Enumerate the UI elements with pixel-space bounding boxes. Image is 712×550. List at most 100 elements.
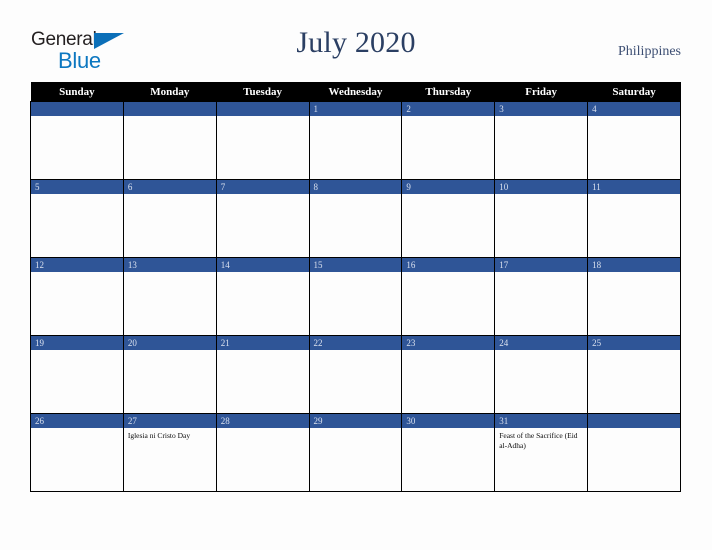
calendar-day-cell[interactable] (122, 101, 217, 180)
day-event-text (402, 272, 494, 275)
day-event-text (588, 350, 680, 353)
calendar-day-cell[interactable]: 17 (494, 257, 589, 336)
calendar-day-cell[interactable]: 5 (30, 179, 124, 258)
day-number: 6 (123, 180, 216, 194)
day-number: 9 (402, 180, 495, 194)
day-number (588, 414, 680, 428)
day-number: 10 (495, 180, 588, 194)
calendar-day-cell[interactable]: 6 (122, 179, 217, 258)
day-event-text (217, 428, 309, 431)
day-number: 24 (495, 336, 588, 350)
day-number: 26 (31, 414, 123, 428)
day-event-text (402, 350, 494, 353)
day-event-text (588, 272, 680, 275)
day-number: 20 (123, 336, 216, 350)
day-event-text (217, 194, 309, 197)
day-event-text (31, 116, 123, 119)
day-event-text (31, 272, 123, 275)
calendar-day-cell[interactable]: 8 (308, 179, 403, 258)
calendar-day-cell[interactable]: 31 Feast of the Sacrifice (Eid al-Adha) (494, 413, 589, 492)
calendar-day-cell[interactable]: 11 (587, 179, 681, 258)
calendar-day-cell[interactable]: 19 (30, 335, 124, 414)
calendar-day-cell[interactable] (30, 101, 124, 180)
weekday-header-row: Sunday Monday Tuesday Wednesday Thursday… (30, 82, 681, 102)
weekday-header-saturday: Saturday (587, 82, 681, 102)
day-number: 12 (31, 258, 123, 272)
day-event-text (495, 116, 587, 119)
day-number: 18 (588, 258, 680, 272)
calendar-day-cell[interactable]: 23 (401, 335, 496, 414)
calendar-day-cell[interactable]: 25 (587, 335, 681, 414)
day-number (31, 102, 123, 116)
weekday-header-tuesday: Tuesday (216, 82, 310, 102)
page-header: General Blue July 2020 Philippines (0, 0, 712, 82)
calendar-day-cell[interactable]: 13 (122, 257, 217, 336)
country-label: Philippines (617, 44, 681, 59)
day-number: 15 (309, 258, 402, 272)
day-number: 13 (123, 258, 216, 272)
calendar-week-row: 5 6 7 8 9 10 11 (30, 179, 681, 258)
calendar-day-cell[interactable]: 7 (215, 179, 310, 258)
day-event-text (124, 272, 216, 275)
calendar-day-cell[interactable]: 21 (215, 335, 310, 414)
day-number: 4 (588, 102, 680, 116)
calendar-day-cell[interactable]: 3 (494, 101, 589, 180)
day-number: 2 (402, 102, 495, 116)
calendar-day-cell[interactable]: 20 (122, 335, 217, 414)
day-event-text (588, 116, 680, 119)
day-number: 14 (216, 258, 309, 272)
day-number: 3 (495, 102, 588, 116)
calendar-day-cell[interactable] (215, 101, 310, 180)
day-number: 21 (216, 336, 309, 350)
calendar-day-cell[interactable]: 2 (401, 101, 496, 180)
day-event-text (31, 428, 123, 431)
calendar-week-row: 1234 (30, 101, 681, 180)
calendar-day-cell[interactable]: 24 (494, 335, 589, 414)
day-event-text (310, 272, 402, 275)
calendar-day-cell[interactable]: 16 (401, 257, 496, 336)
day-event-text (402, 428, 494, 431)
day-number: 25 (588, 336, 680, 350)
day-event-text (124, 350, 216, 353)
calendar-day-cell[interactable]: 26 (30, 413, 124, 492)
weekday-header-sunday: Sunday (30, 82, 124, 102)
calendar-day-cell[interactable]: 22 (308, 335, 403, 414)
day-number: 16 (402, 258, 495, 272)
day-event-text (402, 116, 494, 119)
day-event-text (310, 116, 402, 119)
calendar-body: 1 2 3 4 5 6 7 8 9 10 11 12 13 14 15 16 17 18 19 20 21 22 23 24 2… (30, 101, 681, 492)
day-number: 28 (216, 414, 309, 428)
calendar-day-cell[interactable]: 28 (215, 413, 310, 492)
day-event-text (217, 272, 309, 275)
day-number: 23 (402, 336, 495, 350)
day-number: 30 (402, 414, 495, 428)
calendar-day-cell[interactable] (587, 413, 681, 492)
day-event-text: Iglesia ni Cristo Day (127, 431, 191, 440)
day-event-text: Feast of the Sacrifice (Eid al-Adha) (499, 431, 578, 450)
day-number: 17 (495, 258, 588, 272)
calendar-day-cell[interactable]: 27 Iglesia ni Cristo Day (122, 413, 217, 492)
day-number (123, 102, 216, 116)
calendar-day-cell[interactable]: 10 (494, 179, 589, 258)
day-number: 8 (309, 180, 402, 194)
calendar-day-cell[interactable]: 1 (308, 101, 403, 180)
day-number: 19 (31, 336, 123, 350)
calendar-week-row: 26 27 Iglesia ni Cristo Day 28 29 30 31 Feast o… (30, 413, 681, 492)
day-event-text (310, 350, 402, 353)
day-number (216, 102, 309, 116)
day-event-text (495, 272, 587, 275)
calendar-week-row: 12 13 14 15 16 17 18 (30, 257, 681, 336)
calendar-day-cell[interactable]: 9 (401, 179, 496, 258)
day-event-text (217, 116, 309, 119)
calendar-day-cell[interactable]: 30 (401, 413, 496, 492)
day-number: 11 (588, 180, 680, 194)
calendar-day-cell[interactable]: 4 (587, 101, 681, 180)
day-number: 22 (309, 336, 402, 350)
day-number: 29 (309, 414, 402, 428)
calendar-day-cell[interactable]: 29 (308, 413, 403, 492)
calendar-day-cell[interactable]: 15 (308, 257, 403, 336)
calendar-day-cell[interactable]: 18 (587, 257, 681, 336)
calendar-day-cell[interactable]: 14 (215, 257, 310, 336)
day-event-text (217, 350, 309, 353)
calendar-day-cell[interactable]: 12 (30, 257, 124, 336)
